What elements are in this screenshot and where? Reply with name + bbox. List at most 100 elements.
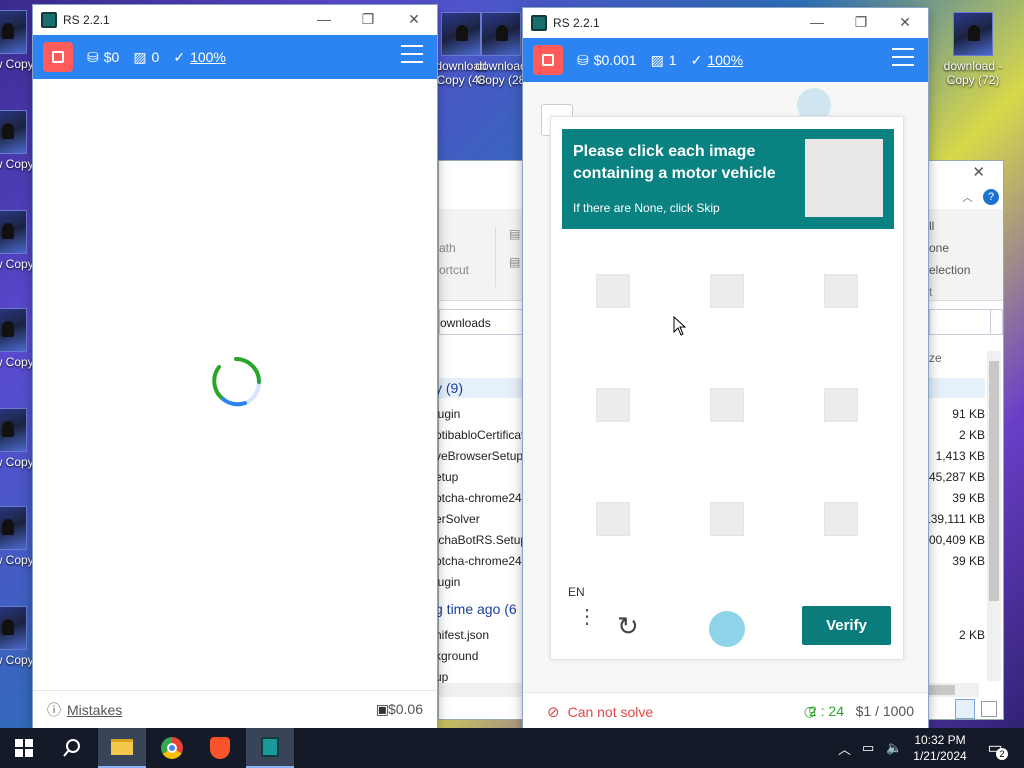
stop-button[interactable] xyxy=(43,42,73,72)
mistakes-link[interactable]: Mistakes xyxy=(67,702,122,718)
ribbon-select-all[interactable]: ll xyxy=(929,219,934,233)
cursor-icon xyxy=(673,316,687,336)
scrollbar-thumb[interactable] xyxy=(989,361,999,601)
search-button[interactable] xyxy=(48,728,96,768)
file-row[interactable]: lugin xyxy=(435,407,460,421)
more-options-icon[interactable]: ⋮ xyxy=(577,607,597,627)
minimize-icon[interactable]: — xyxy=(309,11,339,27)
language-selector[interactable]: EN xyxy=(568,585,585,599)
file-size: 45,287 KB xyxy=(928,470,985,484)
notification-center[interactable]: ▭ 2 xyxy=(984,728,1008,768)
success-rate-stat[interactable]: ✓ 100% xyxy=(691,52,744,69)
title-bar[interactable]: RS 2.2.1 — ❐ ✕ xyxy=(523,8,928,38)
taskbar-rs-app[interactable] xyxy=(246,728,294,768)
stop-icon xyxy=(542,54,554,66)
balance-value: $0 xyxy=(103,49,120,65)
volume-icon[interactable]: 🔈 xyxy=(886,728,902,768)
ribbon-invert-selection[interactable]: election xyxy=(929,263,970,277)
details-view-icon[interactable] xyxy=(955,699,975,719)
group-header[interactable]: g time ago (6 xyxy=(435,601,517,617)
ribbon-select-label: t xyxy=(929,285,933,299)
captcha-tile[interactable] xyxy=(710,274,744,308)
stop-icon xyxy=(52,51,64,63)
hamburger-menu[interactable] xyxy=(892,48,914,68)
title-bar[interactable]: RS 2.2.1 — ❐ ✕ xyxy=(33,5,437,35)
taskbar: ︿ ▭ 🔈 10:32 PM 1/21/2024 ▭ 2 xyxy=(0,728,1024,768)
database-icon: ⛁ xyxy=(87,48,99,65)
selection-highlight xyxy=(929,378,985,398)
taskbar-brave[interactable] xyxy=(196,728,244,768)
file-row[interactable]: etup xyxy=(435,470,458,484)
size-column-header[interactable]: ze xyxy=(929,351,942,365)
help-icon[interactable]: ? xyxy=(983,189,999,205)
file-size: 2 KB xyxy=(958,628,985,642)
captcha-tile[interactable] xyxy=(596,274,630,308)
verify-button[interactable]: Verify xyxy=(802,606,891,645)
desktop-icon[interactable]: download - Copy (72) xyxy=(938,12,1008,87)
restore-icon[interactable]: ❐ xyxy=(353,11,383,28)
stop-button[interactable] xyxy=(533,45,563,75)
captcha-tile[interactable] xyxy=(596,388,630,422)
windows-icon xyxy=(15,739,33,757)
captcha-question: Please click each image containing a mot… xyxy=(573,143,776,182)
status-text: Can not solve xyxy=(567,703,654,720)
image-file-icon xyxy=(0,10,27,54)
timer: 2 : 24 xyxy=(808,703,844,719)
balance-value: $0.001 xyxy=(593,52,637,68)
hcaptcha-logo xyxy=(709,611,745,647)
file-row[interactable]: erSolver xyxy=(435,512,480,526)
file-row[interactable]: tchaBotRS.Setup xyxy=(435,533,527,547)
captcha-tile[interactable] xyxy=(824,388,858,422)
image-file-icon xyxy=(0,606,27,650)
captcha-tile[interactable] xyxy=(710,388,744,422)
group-header[interactable]: y (9) xyxy=(435,380,463,396)
file-row[interactable]: lugin xyxy=(435,575,460,589)
chrome-icon xyxy=(161,737,183,759)
ribbon-shortcut-label[interactable]: ortcut xyxy=(439,263,469,277)
solved-stat: ▨ 0 xyxy=(133,49,159,66)
app-icon xyxy=(41,12,57,28)
show-hidden-icons[interactable]: ︿ xyxy=(838,728,851,768)
captcha-tile[interactable] xyxy=(596,502,630,536)
ribbon-path-label[interactable]: ath xyxy=(439,241,456,255)
scrollbar[interactable] xyxy=(987,351,1001,681)
close-icon[interactable]: ✕ xyxy=(972,163,985,181)
taskbar-file-explorer[interactable] xyxy=(98,728,146,768)
file-row[interactable]: otcha-chrome24 xyxy=(435,491,522,505)
ribbon-select-none[interactable]: one xyxy=(929,241,949,255)
balance-stat: ⛁ $0.001 xyxy=(577,52,637,69)
balance-stat: ⛁ $0 xyxy=(87,49,119,66)
close-icon[interactable]: ✕ xyxy=(399,11,429,28)
window-footer: ⊘ Can not solve ◷ 2 : 24 $1 / 1000 xyxy=(523,692,928,730)
captcha-tile[interactable] xyxy=(824,274,858,308)
network-icon[interactable]: ▭ xyxy=(862,728,874,768)
solved-stat: ▨ 1 xyxy=(651,52,677,69)
images-icon: ▨ xyxy=(650,51,664,68)
success-rate-stat[interactable]: ✓ 100% xyxy=(173,49,226,66)
start-button[interactable] xyxy=(0,728,48,768)
large-icons-view-icon[interactable] xyxy=(981,701,997,717)
success-rate[interactable]: 100% xyxy=(707,52,743,68)
restore-icon[interactable]: ❐ xyxy=(846,14,876,31)
search-box[interactable] xyxy=(929,309,991,335)
notification-badge: 2 xyxy=(996,748,1008,760)
file-row[interactable]: nifest.json xyxy=(435,628,489,642)
info-icon: ⓘ xyxy=(47,701,61,718)
minimize-icon[interactable]: — xyxy=(802,14,832,30)
close-icon[interactable]: ✕ xyxy=(890,14,920,31)
success-rate[interactable]: 100% xyxy=(190,49,226,65)
taskbar-chrome[interactable] xyxy=(148,728,196,768)
file-row[interactable]: otcha-chrome24 xyxy=(435,554,522,568)
images-icon: ▨ xyxy=(133,48,147,65)
refresh-icon[interactable]: ↻ xyxy=(617,611,639,642)
hamburger-menu[interactable] xyxy=(401,45,423,65)
file-row[interactable]: otibabloCertificat xyxy=(435,428,524,442)
captcha-tile[interactable] xyxy=(710,502,744,536)
clock[interactable]: 10:32 PM 1/21/2024 xyxy=(912,728,968,768)
divider xyxy=(495,227,496,287)
file-row[interactable]: up xyxy=(435,670,448,684)
file-row[interactable]: veBrowserSetup- xyxy=(435,449,527,463)
file-row[interactable]: kground xyxy=(435,649,478,663)
chevron-up-icon[interactable]: ︿ xyxy=(962,189,973,205)
captcha-tile[interactable] xyxy=(824,502,858,536)
